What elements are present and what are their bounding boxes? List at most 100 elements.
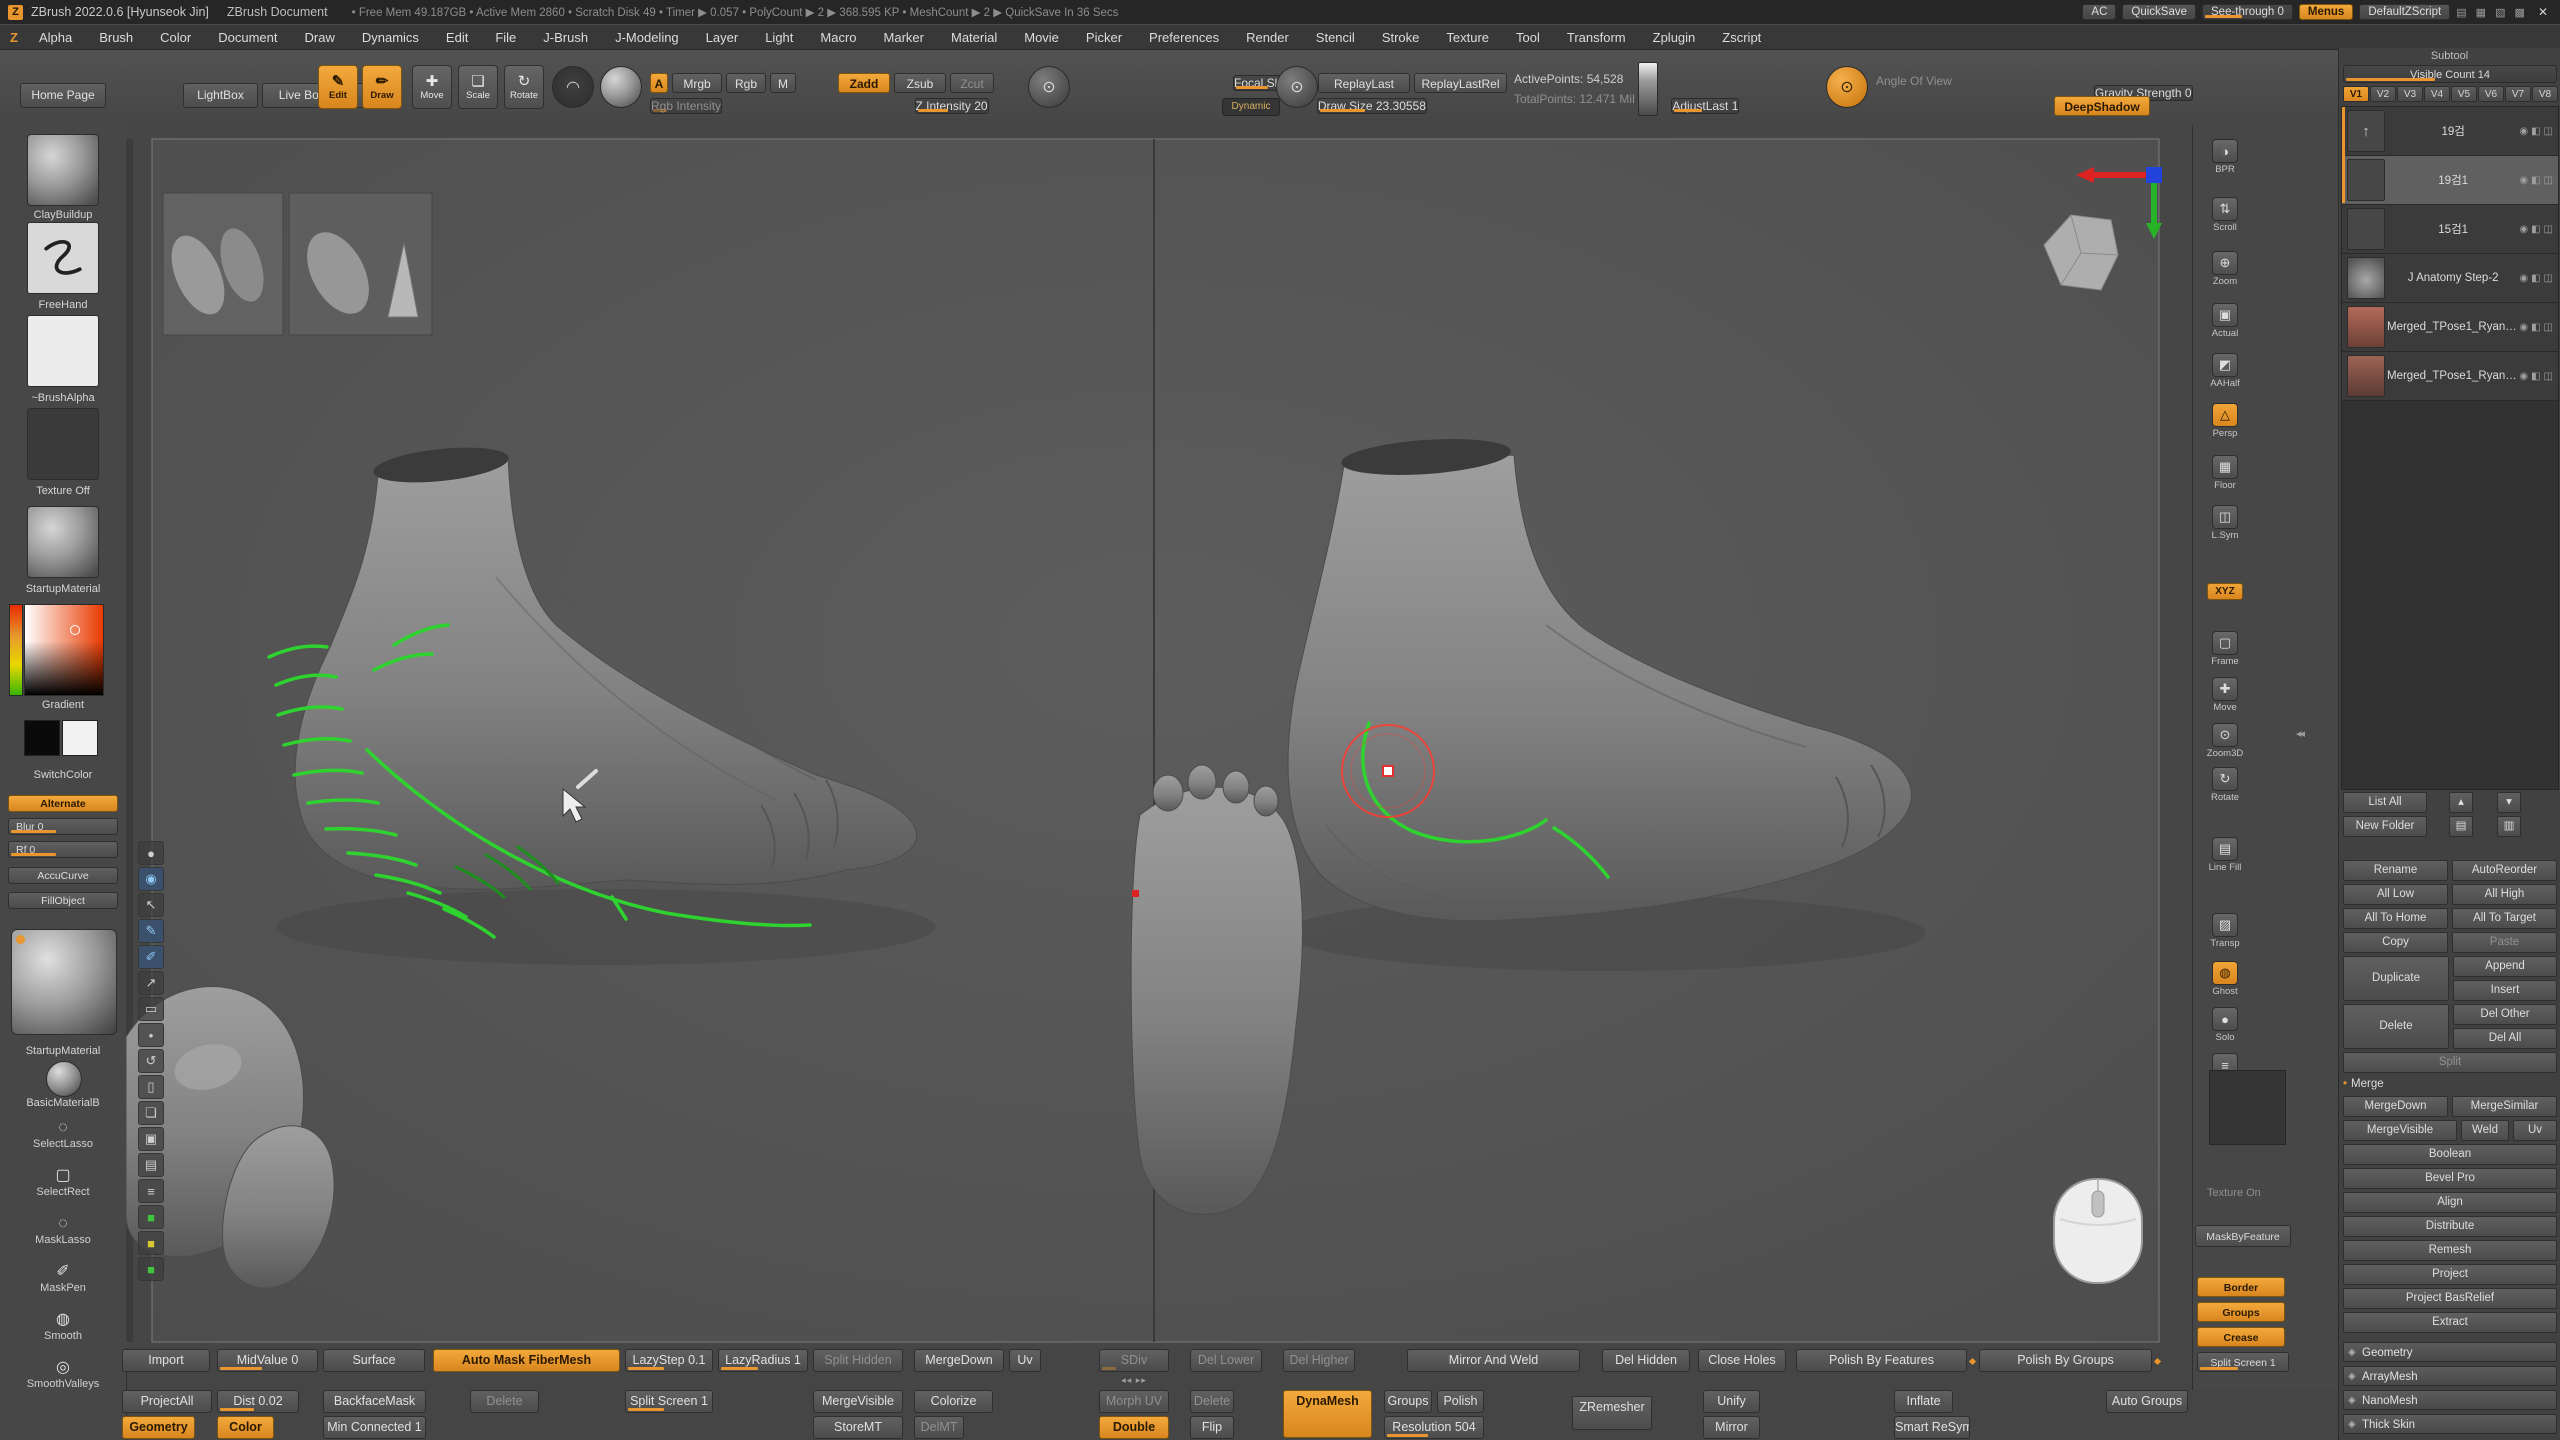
texture-preview[interactable]	[2209, 1070, 2286, 1145]
basic-material-sphere[interactable]	[46, 1061, 82, 1097]
extract-button[interactable]: Extract	[2343, 1312, 2557, 1333]
move-down-icon[interactable]: ▾	[2497, 792, 2521, 813]
bevel-pro-button[interactable]: Bevel Pro	[2343, 1168, 2557, 1189]
paste-button[interactable]: Paste	[2452, 932, 2557, 953]
menu-item[interactable]: Macro	[820, 30, 856, 45]
bottom-button[interactable]: Geometry	[122, 1416, 195, 1439]
menu-item[interactable]: Material	[951, 30, 997, 45]
mask-icon[interactable]: ◫	[2544, 322, 2553, 333]
eye-icon[interactable]: ◉	[2519, 175, 2528, 186]
quick-tool-icon[interactable]: ✎	[138, 919, 164, 943]
merge-section-header[interactable]: •Merge	[2343, 1076, 2557, 1093]
draw-size-slider[interactable]: Draw Size 23.30558	[1317, 98, 1427, 114]
move-up-icon[interactable]: ▴	[2449, 792, 2473, 813]
visible-count-slider[interactable]: Visible Count 14	[2343, 65, 2557, 83]
right-shelf-button[interactable]: ✚ Move	[2201, 677, 2249, 713]
menu-item[interactable]: Tool	[1516, 30, 1540, 45]
bottom-button[interactable]: ProjectAll	[122, 1390, 212, 1413]
bottom-button[interactable]: MergeVisible	[813, 1390, 903, 1413]
menu-item[interactable]: Layer	[706, 30, 739, 45]
bottom-button[interactable]: LazyStep 0.1	[625, 1349, 713, 1372]
paint-icon[interactable]: ◧	[2531, 175, 2540, 186]
bottom-button[interactable]: Split Hidden	[813, 1349, 903, 1372]
menu-item[interactable]: Document	[218, 30, 277, 45]
append-button[interactable]: Append	[2453, 956, 2557, 977]
folder-down-icon[interactable]: ▥	[2497, 816, 2521, 837]
menu-item[interactable]: Render	[1246, 30, 1289, 45]
draw-button[interactable]: ✏ Draw	[362, 65, 402, 109]
right-shelf-button[interactable]: ▤ Line Fill	[2201, 837, 2249, 873]
palette-tool[interactable]: ◌ SelectLasso	[0, 1119, 126, 1150]
quick-tool-icon[interactable]: ◉	[138, 867, 164, 891]
default-zscript-button[interactable]: DefaultZScript	[2359, 4, 2450, 20]
deep-shadow-button[interactable]: DeepShadow	[2054, 96, 2150, 116]
eye-icon[interactable]: ◉	[2519, 371, 2528, 382]
mask-icon[interactable]: ◫	[2544, 175, 2553, 186]
hue-strip[interactable]	[9, 604, 23, 696]
angle-of-view-icon[interactable]: ⊙	[1826, 66, 1868, 108]
subtool-item[interactable]: ↑ 19검 ◉ ◧ ◫	[2342, 107, 2558, 156]
right-shelf-button[interactable]: ▦ Floor	[2201, 455, 2249, 491]
right-shelf-button[interactable]: ◍ Ghost	[2201, 961, 2249, 997]
version-tab[interactable]: V6	[2478, 86, 2504, 102]
bottom-button[interactable]: Import	[122, 1349, 210, 1372]
edit-button[interactable]: ✎ Edit	[318, 65, 358, 109]
menu-item[interactable]: Zscript	[1722, 30, 1761, 45]
bottom-button[interactable]: Min Connected 1	[323, 1416, 426, 1439]
del-all-button[interactable]: Del All	[2453, 1028, 2557, 1049]
menus-button[interactable]: Menus	[2299, 4, 2353, 20]
bottom-button[interactable]: Smart ReSym	[1894, 1416, 1970, 1439]
right-shelf-button[interactable]: ▣ Actual	[2201, 303, 2249, 339]
right-shelf-button[interactable]: XYZ	[2201, 583, 2249, 600]
right-shelf-button[interactable]: △ Persp	[2201, 403, 2249, 439]
replay-last-rel-button[interactable]: ReplayLastRel	[1414, 73, 1507, 93]
right-shelf-button[interactable]: ◫ L.Sym	[2201, 505, 2249, 541]
quick-tool-icon[interactable]: ↺	[138, 1049, 164, 1073]
eye-icon[interactable]: ◉	[2519, 322, 2528, 333]
bottom-button[interactable]: Close Holes	[1698, 1349, 1786, 1372]
bottom-button[interactable]: Polish	[1437, 1390, 1484, 1413]
camera-icon[interactable]: ⊙	[1028, 66, 1070, 108]
rgb-button[interactable]: Rgb	[726, 73, 766, 93]
quick-tool-icon[interactable]: ■	[138, 1257, 164, 1281]
menu-item[interactable]: J-Modeling	[615, 30, 679, 45]
bottom-button[interactable]: Inflate	[1894, 1390, 1953, 1413]
zadd-button[interactable]: Zadd	[838, 73, 890, 93]
home-page-button[interactable]: Home Page	[20, 83, 106, 108]
color-picker-cursor[interactable]	[70, 625, 80, 635]
remesh-button[interactable]: Remesh	[2343, 1240, 2557, 1261]
scale-button[interactable]: ❏ Scale	[458, 65, 498, 109]
sculpt-canvas[interactable]: ●◉↖✎✐↗▭•↺▯❏▣▤≡■■■	[126, 125, 2192, 1348]
version-tab[interactable]: V5	[2451, 86, 2477, 102]
merge-down-button[interactable]: MergeDown	[2343, 1096, 2448, 1117]
lightbox-button[interactable]: LightBox	[183, 83, 258, 108]
version-tab[interactable]: V3	[2397, 86, 2423, 102]
right-shelf-button[interactable]: ⊕ Zoom	[2201, 251, 2249, 287]
mask-icon[interactable]: ◫	[2544, 224, 2553, 235]
align-button[interactable]: Align	[2343, 1192, 2557, 1213]
palette-header[interactable]: Thick Skin	[2343, 1414, 2557, 1434]
project-button[interactable]: Project	[2343, 1264, 2557, 1285]
groups-button[interactable]: Groups	[2197, 1302, 2285, 1322]
delete-button[interactable]: Delete	[2343, 1004, 2449, 1049]
boolean-button[interactable]: Boolean	[2343, 1144, 2557, 1165]
menu-item[interactable]: Zplugin	[1653, 30, 1696, 45]
menu-item[interactable]: Light	[765, 30, 793, 45]
insert-button[interactable]: Insert	[2453, 980, 2557, 1001]
menu-item[interactable]: Picker	[1086, 30, 1122, 45]
bottom-button[interactable]: LazyRadius 1	[718, 1349, 808, 1372]
copy-button[interactable]: Copy	[2343, 932, 2448, 953]
merge-similar-button[interactable]: MergeSimilar	[2452, 1096, 2557, 1117]
quick-tool-icon[interactable]: ▯	[138, 1075, 164, 1099]
project-basrelief-button[interactable]: Project BasRelief	[2343, 1288, 2557, 1309]
bottom-button[interactable]: Split Screen 1	[625, 1390, 713, 1413]
brush-claybuildup-thumb[interactable]	[27, 134, 99, 206]
bottom-button[interactable]: Dist 0.02	[217, 1390, 299, 1413]
subtool-item[interactable]: 19검1 ◉ ◧ ◫	[2342, 156, 2558, 205]
right-shelf-button[interactable]: ▢ Frame	[2201, 631, 2249, 667]
menu-item[interactable]: Alpha	[39, 30, 72, 45]
quick-tool-icon[interactable]: ❏	[138, 1101, 164, 1125]
quick-tool-icon[interactable]: ▤	[138, 1153, 164, 1177]
bottom-button[interactable]: DelMT	[914, 1416, 964, 1439]
subtool-item[interactable]: Merged_TPose1_Ryan_Kingslien ◉ ◧ ◫	[2342, 352, 2558, 401]
